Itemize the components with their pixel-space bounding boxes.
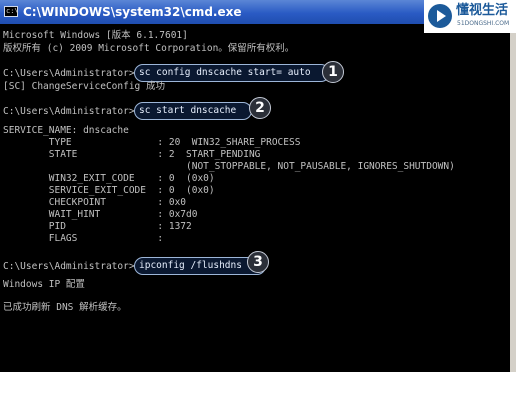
prompt: C:\Users\Administrator>: [3, 261, 135, 272]
watermark-text: 懂视生活: [456, 3, 509, 18]
vertical-scrollbar[interactable]: [510, 24, 516, 372]
cmd-icon[interactable]: c:\: [4, 6, 19, 17]
console-line: Windows IP 配置: [3, 279, 85, 290]
console-line: Microsoft Windows [版本 6.1.7601]: [3, 30, 188, 41]
watermark-subtext: 51DONGSHI.COM: [457, 20, 510, 27]
console-line: 已成功刷新 DNS 解析缓存。: [3, 302, 127, 313]
play-logo-icon: [428, 4, 452, 28]
console-line: 版权所有 (c) 2009 Microsoft Corporation。保留所有…: [3, 43, 295, 54]
prompt: C:\Users\Administrator>: [3, 68, 135, 79]
console-line: FLAGS :: [3, 233, 164, 244]
step-badge-3: 3: [247, 251, 269, 273]
window-title: C:\WINDOWS\system32\cmd.exe: [23, 5, 242, 19]
step-badge-1: 1: [322, 61, 344, 83]
watermark-logo: 懂视生活 51DONGSHI.COM: [424, 0, 516, 33]
page-background: [0, 372, 516, 400]
prompt: C:\Users\Administrator>: [3, 106, 135, 117]
command-highlight-2: sc start dnscache: [134, 102, 252, 120]
step-badge-2: 2: [249, 97, 271, 119]
cmd-icon-glyph: c:\: [6, 7, 19, 15]
console-line: [SC] ChangeServiceConfig 成功: [3, 81, 165, 92]
console-output[interactable]: Microsoft Windows [版本 6.1.7601] 版权所有 (c)…: [0, 25, 510, 372]
cmd-window: c:\ C:\WINDOWS\system32\cmd.exe Microsof…: [0, 0, 516, 372]
